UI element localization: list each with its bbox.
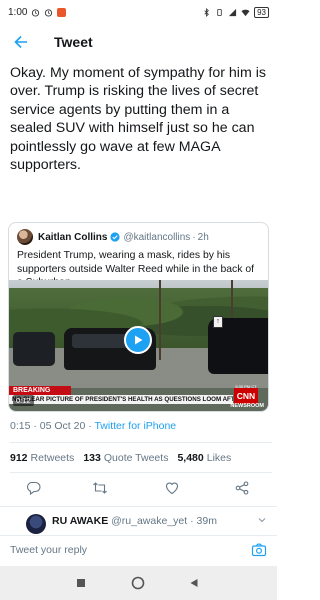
quote-tweets-count: 133 [83,452,101,464]
status-time: 1:00 [8,6,28,18]
tweet-timestamp: 0:15 · 05 Oct 20 · [10,420,95,432]
alarm-icon [45,8,53,17]
share-icon [235,481,249,495]
quoted-tweet-card[interactable]: Kaitlan Collins @kaitlancollins · 2h Pre… [8,222,269,412]
quoted-tweet-age: 2h [197,231,209,243]
video-frame-car [13,332,55,366]
reply-age: 39m [196,515,217,527]
quoted-author-handle: @kaitlancollins [123,231,191,243]
bluetooth-icon [204,7,209,17]
signal-icon [228,8,237,16]
quote-tweets-label: Quote Tweets [103,452,169,464]
divider [0,506,277,507]
alarm-icon [32,8,40,17]
retweets-count: 912 [10,452,28,464]
system-navigation-bar [0,566,277,600]
triangle-left-icon [190,579,198,587]
divider [10,472,272,473]
system-back-button[interactable] [186,575,202,591]
reply-author: RU AWAKE @ru_awake_yet · 39m [52,515,217,527]
circle-icon [131,576,145,590]
battery-indicator: 93 [254,6,269,18]
square-icon [77,579,85,587]
likes-label: Likes [206,452,232,464]
heart-icon [165,482,179,495]
home-button[interactable] [130,575,146,591]
wifi-icon [241,9,250,16]
tweet-client-link[interactable]: Twitter for iPhone [94,420,176,432]
tweet-actions [0,478,277,502]
notification-app-icon [57,7,67,17]
quoted-author-name[interactable]: Kaitlan Collins [38,232,107,243]
network-logo: CNN [234,388,258,404]
video-frame-pole [159,280,161,360]
reply-icon [27,481,41,495]
retweets-stat[interactable]: 912 Retweets [10,452,74,464]
like-button[interactable] [162,478,182,498]
likes-stat[interactable]: 5,480 Likes [177,452,231,464]
retweet-icon [93,482,107,494]
share-button[interactable] [232,478,252,498]
program-name: NEWSROOM [230,403,264,409]
retweets-label: Retweets [30,452,75,464]
reply-author-name[interactable]: RU AWAKE [52,515,108,527]
quote-tweets-stat[interactable]: 133 Quote Tweets [83,452,168,464]
play-button[interactable] [124,326,152,354]
reply-composer[interactable]: Tweet your reply [0,535,277,565]
reply-input-placeholder[interactable]: Tweet your reply [10,544,87,556]
tweet-stats: 912 Retweets 133 Quote Tweets 5,480 Likes [10,452,231,464]
tweet-meta: 0:15 · 05 Oct 20 · Twitter for iPhone [10,420,176,432]
news-headline-ticker: NO CLEAR PICTURE OF PRESIDENT'S HEALTH A… [9,395,233,404]
avatar[interactable] [26,514,46,534]
reply-item[interactable]: RU AWAKE @ru_awake_yet · 39m [0,512,277,534]
video-frame-sign: ↑ [213,316,223,328]
separator-dot: · [192,231,196,243]
vibrate-icon [217,8,222,16]
camera-icon[interactable] [251,542,267,558]
top-app-bar: Tweet [0,24,277,60]
chevron-down-icon[interactable] [257,515,267,525]
avatar[interactable] [17,229,33,245]
quoted-tweet-header: Kaitlan Collins @kaitlancollins · 2h [9,223,268,245]
tweet-text: Okay. My moment of sympathy for him is o… [10,65,266,174]
status-bar: 1:00 93 [0,0,277,24]
divider [10,442,272,443]
separator-dot: · [190,515,194,527]
reply-button[interactable] [24,478,44,498]
arrow-left-icon [14,35,27,49]
video-duration: 0:12 [13,395,34,406]
page-title: Tweet [54,34,93,50]
recents-button[interactable] [73,575,89,591]
reply-author-handle: @ru_awake_yet [111,515,188,527]
breaking-news-banner: BREAKING NEWS [9,386,71,403]
verified-badge-icon [110,232,121,242]
back-button[interactable] [10,31,32,53]
retweet-button[interactable] [90,478,110,498]
play-icon [135,335,143,345]
video-player[interactable]: ↑ BREAKING NEWS NO CLEAR PICTURE OF PRES… [9,280,268,411]
likes-count: 5,480 [177,452,204,464]
